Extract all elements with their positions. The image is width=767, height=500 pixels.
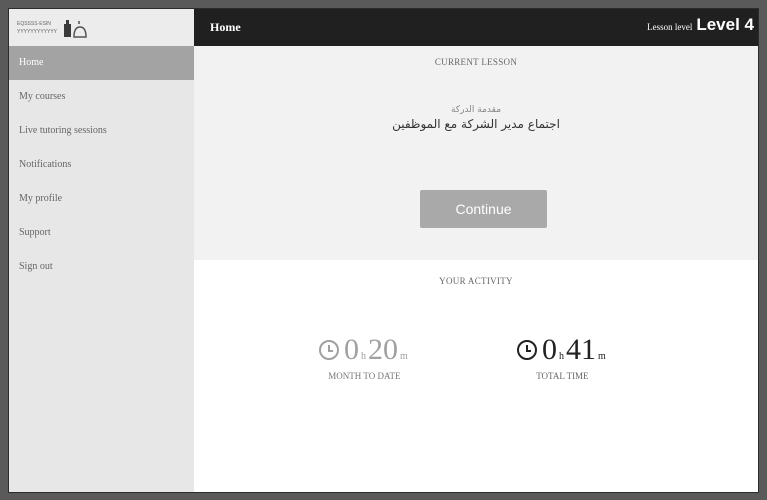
month-to-date-label: MONTH TO DATE xyxy=(328,371,401,381)
sidebar-item-my-courses[interactable]: My courses xyxy=(9,80,194,114)
month-hours-value: 0 xyxy=(344,333,359,366)
sidebar-item-support[interactable]: Support xyxy=(9,216,194,250)
app-window: EQSSSS·ESIN YYYYYYYYYYYY Home My courses… xyxy=(9,9,758,492)
top-bar: Home Lesson level Level 4 xyxy=(194,9,758,46)
page-title: Home xyxy=(210,20,241,34)
sidebar-item-home[interactable]: Home xyxy=(9,46,194,80)
total-time-stat: 0 h 41 m TOTAL TIME xyxy=(517,335,608,381)
lesson-subtitle: مقدمة الدركة xyxy=(450,105,502,115)
lesson-level-value: Level 4 xyxy=(696,15,754,34)
sidebar-item-my-profile[interactable]: My profile xyxy=(9,182,194,216)
sidebar-item-label: Sign out xyxy=(19,261,53,272)
logo-text-line-1: EQSSSS·ESIN xyxy=(17,20,51,27)
current-lesson-heading: CURRENT LESSON xyxy=(434,57,518,67)
sidebar-item-label: My profile xyxy=(19,193,63,204)
clock-icon xyxy=(319,340,339,360)
sidebar-item-label: Notifications xyxy=(19,159,72,170)
month-minutes-unit: m xyxy=(400,351,408,362)
activity-panel: YOUR ACTIVITY 0 h 20 m MONTH TO DATE 0 h… xyxy=(194,260,758,492)
month-minutes-value: 20 xyxy=(368,333,398,366)
total-hours-value: 0 xyxy=(542,333,557,366)
lesson-level: Lesson level Level 4 xyxy=(647,15,754,35)
logo-text: EQSSSS·ESIN YYYYYYYYYYYY xyxy=(17,21,57,35)
current-lesson-panel: CURRENT LESSON مقدمة الدركة اجتماع مدير … xyxy=(194,46,758,260)
activity-heading: YOUR ACTIVITY xyxy=(439,276,513,286)
logo-text-line-2: YYYYYYYYYYYY xyxy=(17,28,58,35)
sidebar-item-label: Support xyxy=(19,227,51,238)
total-minutes-unit: m xyxy=(598,351,606,362)
clock-icon xyxy=(517,340,537,360)
total-minutes-value: 41 xyxy=(566,333,596,366)
logo-emblem-icon xyxy=(64,19,87,38)
month-to-date-stat: 0 h 20 m MONTH TO DATE xyxy=(319,335,410,381)
sidebar-item-label: Home xyxy=(19,57,44,68)
lesson-title: اجتماع مدير الشركة مع الموظفين xyxy=(392,117,560,131)
total-hours-unit: h xyxy=(559,351,564,362)
sidebar-item-label: Live tutoring sessions xyxy=(19,125,107,136)
sidebar-item-sign-out[interactable]: Sign out xyxy=(9,250,194,284)
continue-button[interactable]: Continue xyxy=(420,190,547,228)
sidebar-item-live-tutoring[interactable]: Live tutoring sessions xyxy=(9,114,194,148)
sidebar: EQSSSS·ESIN YYYYYYYYYYYY Home My courses… xyxy=(9,9,194,492)
sidebar-nav: Home My courses Live tutoring sessions N… xyxy=(9,46,194,284)
sidebar-item-notifications[interactable]: Notifications xyxy=(9,148,194,182)
lesson-level-label: Lesson level xyxy=(647,22,693,32)
total-time-label: TOTAL TIME xyxy=(536,371,589,381)
logo[interactable]: EQSSSS·ESIN YYYYYYYYYYYY xyxy=(9,9,194,46)
month-hours-unit: h xyxy=(361,351,366,362)
sidebar-item-label: My courses xyxy=(19,91,66,102)
